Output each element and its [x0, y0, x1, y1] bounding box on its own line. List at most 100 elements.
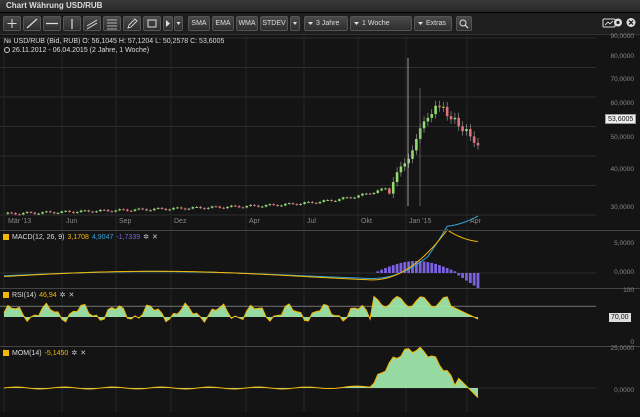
candle-body [160, 207, 164, 209]
channel-tool-button[interactable] [83, 16, 101, 31]
pointer-tool-button[interactable] [163, 16, 173, 31]
candle-body [37, 213, 40, 215]
candle-body [476, 142, 480, 146]
ema-button[interactable]: EMA [212, 16, 234, 31]
candle-body [461, 126, 464, 132]
chevron-down-icon [308, 22, 313, 25]
macd-histogram-bar [399, 262, 403, 273]
candle-body [206, 207, 210, 209]
candle-body [99, 209, 102, 212]
candle-body [241, 207, 245, 209]
panel-divider[interactable] [0, 288, 640, 289]
candle-body [341, 197, 345, 200]
gear-icon[interactable]: ✲ [143, 233, 149, 241]
pointer-icon [166, 20, 170, 27]
macd-signal-value: 4,9047 [91, 233, 114, 241]
rectangle-tool-button[interactable] [143, 16, 161, 31]
gear-icon[interactable]: ✲ [71, 349, 77, 357]
fibonacci-tool-button[interactable] [103, 16, 121, 31]
x-tick-label: Apr [470, 218, 481, 225]
macd-histogram-bar [391, 265, 395, 273]
candle-body [472, 136, 476, 143]
candle-body [210, 206, 214, 208]
candle-body [434, 105, 437, 115]
pencil-icon [127, 18, 138, 29]
candle-body [245, 206, 249, 208]
candle-body [318, 201, 322, 204]
close-icon[interactable]: ✕ [69, 291, 75, 299]
x-tick-label: Jul [307, 218, 316, 225]
macd-histogram-bar [449, 269, 453, 273]
candle-body [102, 209, 106, 211]
macd-histogram-bar [472, 273, 476, 286]
interval-select[interactable]: 1 Woche [350, 16, 412, 31]
candle-body [191, 207, 195, 209]
sma-button[interactable]: SMA [188, 16, 210, 31]
candle-body [364, 193, 368, 195]
x-tick-label: Mär '13 [8, 218, 32, 225]
chevron-down-icon [418, 22, 423, 25]
rectangle-icon [147, 19, 157, 28]
macd-histogram-bar [465, 273, 468, 281]
chart-area[interactable]: № USD/RUB (Bid, RUB) O: 56,1045 H: 57,12… [0, 33, 640, 412]
candle-body [41, 212, 44, 214]
wma-button[interactable]: WMA [236, 16, 258, 31]
close-icon[interactable]: ✕ [80, 349, 86, 357]
candle-body [172, 207, 175, 210]
candle-body [72, 211, 75, 213]
close-button[interactable] [625, 16, 637, 31]
tool-dropdown-button[interactable] [174, 16, 183, 31]
candle-body [326, 199, 330, 201]
candle-body [222, 207, 225, 209]
gear-icon[interactable]: ✲ [60, 291, 66, 299]
candle-body [430, 114, 434, 118]
candle-body [388, 188, 391, 194]
vertical-line-tool-button[interactable] [63, 16, 81, 31]
horizontal-line-tool-button[interactable] [43, 16, 61, 31]
mom-legend: MOM(14) -5,1450 ✲ ✕ [3, 349, 86, 357]
chart-canvas[interactable] [0, 36, 640, 412]
chart-window: Chart Währung USD/RUB SMA EMA WMA STDEV … [0, 0, 640, 412]
candle-body [87, 210, 91, 212]
crosshair-icon [7, 19, 17, 28]
macd-histogram-bar [380, 269, 384, 273]
crosshair-tool-button[interactable] [3, 16, 21, 31]
y-tick-label: 80,0000 [610, 53, 635, 60]
candle-body [264, 205, 268, 207]
candle-body [195, 206, 198, 208]
close-icon[interactable]: ✕ [152, 233, 158, 241]
rsi-label: RSI(14) [12, 291, 37, 299]
panel-divider[interactable] [0, 230, 640, 231]
candle-body [25, 211, 29, 213]
mom-swatch [3, 350, 9, 356]
macd-swatch [3, 234, 9, 240]
zoom-button[interactable] [456, 16, 472, 31]
y-tick-label: 30,0000 [610, 204, 635, 211]
candle-body [137, 208, 141, 210]
candle-body [152, 208, 156, 211]
candle-body [18, 214, 21, 216]
macd-label: MACD(12, 26, 9) [12, 233, 65, 241]
candle-body [453, 117, 457, 120]
stdev-button[interactable]: STDEV [260, 16, 288, 31]
settings-button[interactable] [612, 16, 624, 31]
extras-menu-button[interactable]: Extras [414, 16, 452, 31]
window-title: Chart Währung USD/RUB [6, 1, 103, 10]
indicator-dropdown-button[interactable] [290, 16, 300, 31]
macd-histogram-bar [384, 268, 387, 273]
candle-body [399, 166, 403, 173]
candle-body [272, 204, 276, 206]
vertical-line-icon [71, 19, 73, 29]
pencil-tool-button[interactable] [123, 16, 141, 31]
panel-divider[interactable] [0, 346, 640, 347]
candle-body [21, 212, 25, 215]
period-select[interactable]: 3 Jahre [304, 16, 348, 31]
gear-icon [614, 18, 622, 27]
candle-body [141, 208, 145, 210]
candle-body [95, 211, 98, 213]
candle-body [129, 210, 133, 212]
candle-body [133, 209, 137, 211]
macd-histogram-bar [387, 266, 391, 273]
candle-body [422, 121, 426, 129]
line-tool-button[interactable] [23, 16, 41, 31]
